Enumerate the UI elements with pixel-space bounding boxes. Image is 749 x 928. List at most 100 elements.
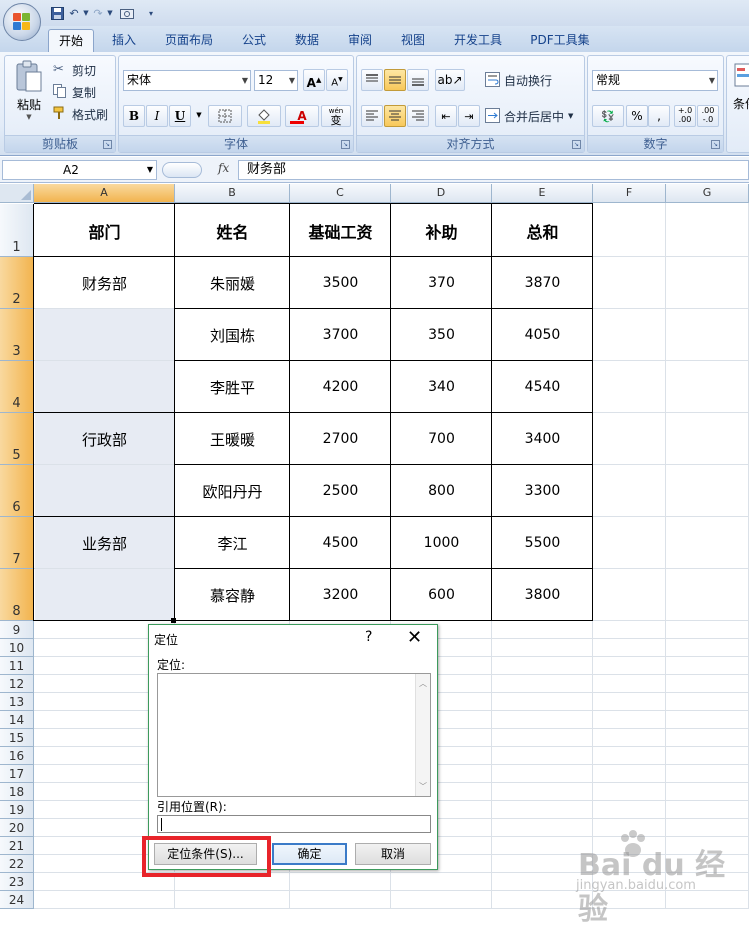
base-salary-cell[interactable]: 2500 [290,465,391,517]
camera-icon[interactable] [118,4,136,22]
column-header-d[interactable]: D [391,184,492,203]
tab-pdf-tools[interactable]: PDF工具集 [524,29,596,52]
name-box[interactable]: A2 ▼ [2,160,157,180]
name-cell[interactable]: 李江 [175,517,290,569]
name-cell[interactable]: 慕容静 [175,569,290,621]
column-header-c[interactable]: C [290,184,391,203]
base-salary-cell[interactable]: 4200 [290,361,391,413]
undo-dropdown-icon[interactable]: ▼ [82,4,90,22]
conditional-format-button[interactable]: 条件 [733,62,749,122]
select-all-button[interactable] [0,184,34,203]
align-right-button[interactable] [407,105,429,127]
currency-button[interactable]: 💱 [592,105,624,127]
office-button[interactable] [3,3,41,41]
help-icon[interactable]: ? [365,629,372,645]
cancel-button[interactable]: 取消 [355,843,431,865]
reference-input[interactable] [157,815,431,833]
font-size-select[interactable]: 12 ▼ [254,70,298,91]
shrink-font-button[interactable]: A▼ [326,69,348,91]
tab-formulas[interactable]: 公式 [232,29,276,52]
total-cell[interactable]: 4050 [492,309,593,361]
column-header-b[interactable]: B [175,184,290,203]
align-top-button[interactable] [361,69,383,91]
row-header-13[interactable]: 13 [0,693,34,711]
row-header-6[interactable]: 6 [0,465,34,517]
row-header-1[interactable]: 1 [0,204,34,257]
allowance-cell[interactable]: 800 [391,465,492,517]
row-header-16[interactable]: 16 [0,747,34,765]
wrap-text-button[interactable]: 自动换行 [485,69,552,91]
number-launcher-icon[interactable]: ↘ [711,140,720,149]
allowance-cell[interactable]: 1000 [391,517,492,569]
cut-button[interactable]: ✂ 剪切 [53,59,96,81]
allowance-cell[interactable]: 350 [391,309,492,361]
header-cell[interactable]: 姓名 [175,204,290,257]
total-cell[interactable]: 3300 [492,465,593,517]
column-header-f[interactable]: F [593,184,666,203]
customize-toolbar-icon[interactable]: ▾ [142,4,160,22]
scroll-down-icon[interactable]: ﹀ [416,781,430,792]
column-header-g[interactable]: G [666,184,749,203]
column-header-a[interactable]: A [34,184,175,203]
paste-button[interactable]: 粘贴 ▼ [10,60,48,130]
clipboard-launcher-icon[interactable]: ↘ [103,140,112,149]
underline-dropdown-icon[interactable]: ▼ [194,105,204,127]
redo-icon[interactable]: ↷ [90,4,106,22]
close-icon[interactable]: ✕ [407,627,422,648]
row-header-22[interactable]: 22 [0,855,34,873]
font-name-select[interactable]: 宋体 ▼ [123,70,251,91]
name-cell[interactable]: 刘国栋 [175,309,290,361]
empty-cell[interactable] [34,361,175,413]
formula-input[interactable]: 财务部 [238,160,749,180]
total-cell[interactable]: 3870 [492,257,593,309]
row-header-7[interactable]: 7 [0,517,34,569]
save-icon[interactable] [48,4,66,22]
row-header-12[interactable]: 12 [0,675,34,693]
decrease-decimal-button[interactable]: .00 -.0 [697,105,719,127]
empty-cell[interactable] [34,569,175,621]
department-cell[interactable]: 行政部 [34,413,175,465]
tab-view[interactable]: 视图 [391,29,435,52]
comma-button[interactable]: , [648,105,670,127]
header-cell[interactable]: 部门 [34,204,175,257]
header-cell[interactable]: 总和 [492,204,593,257]
tab-home[interactable]: 开始 [48,29,94,52]
row-header-11[interactable]: 11 [0,657,34,675]
header-cell[interactable]: 基础工资 [290,204,391,257]
row-header-24[interactable]: 24 [0,891,34,909]
allowance-cell[interactable]: 340 [391,361,492,413]
align-middle-button[interactable] [384,69,406,91]
row-header-17[interactable]: 17 [0,765,34,783]
insert-function-button[interactable]: fx [218,161,229,175]
row-header-15[interactable]: 15 [0,729,34,747]
name-cell[interactable]: 欧阳丹丹 [175,465,290,517]
base-salary-cell[interactable]: 2700 [290,413,391,465]
total-cell[interactable]: 3400 [492,413,593,465]
tab-developer[interactable]: 开发工具 [446,29,510,52]
total-cell[interactable]: 5500 [492,517,593,569]
phonetic-button[interactable]: wén 变 [321,105,351,127]
row-header-14[interactable]: 14 [0,711,34,729]
redo-dropdown-icon[interactable]: ▼ [106,4,114,22]
row-header-18[interactable]: 18 [0,783,34,801]
total-cell[interactable]: 3800 [492,569,593,621]
copy-button[interactable]: 复制 [53,81,96,103]
header-cell[interactable]: 补助 [391,204,492,257]
borders-button[interactable] [208,105,242,127]
row-header-4[interactable]: 4 [0,361,34,413]
underline-button[interactable]: U [169,105,191,127]
row-header-10[interactable]: 10 [0,639,34,657]
tab-data[interactable]: 数据 [285,29,329,52]
goto-list-scrollbar[interactable]: ︿ ﹀ [415,674,430,796]
ok-button[interactable]: 确定 [272,843,347,865]
row-header-8[interactable]: 8 [0,569,34,621]
align-left-button[interactable] [361,105,383,127]
format-painter-button[interactable]: 格式刷 [53,103,108,125]
row-header-3[interactable]: 3 [0,309,34,361]
row-header-20[interactable]: 20 [0,819,34,837]
name-cell[interactable]: 朱丽媛 [175,257,290,309]
font-launcher-icon[interactable]: ↘ [341,140,350,149]
row-header-2[interactable]: 2 [0,257,34,309]
row-header-19[interactable]: 19 [0,801,34,819]
base-salary-cell[interactable]: 4500 [290,517,391,569]
